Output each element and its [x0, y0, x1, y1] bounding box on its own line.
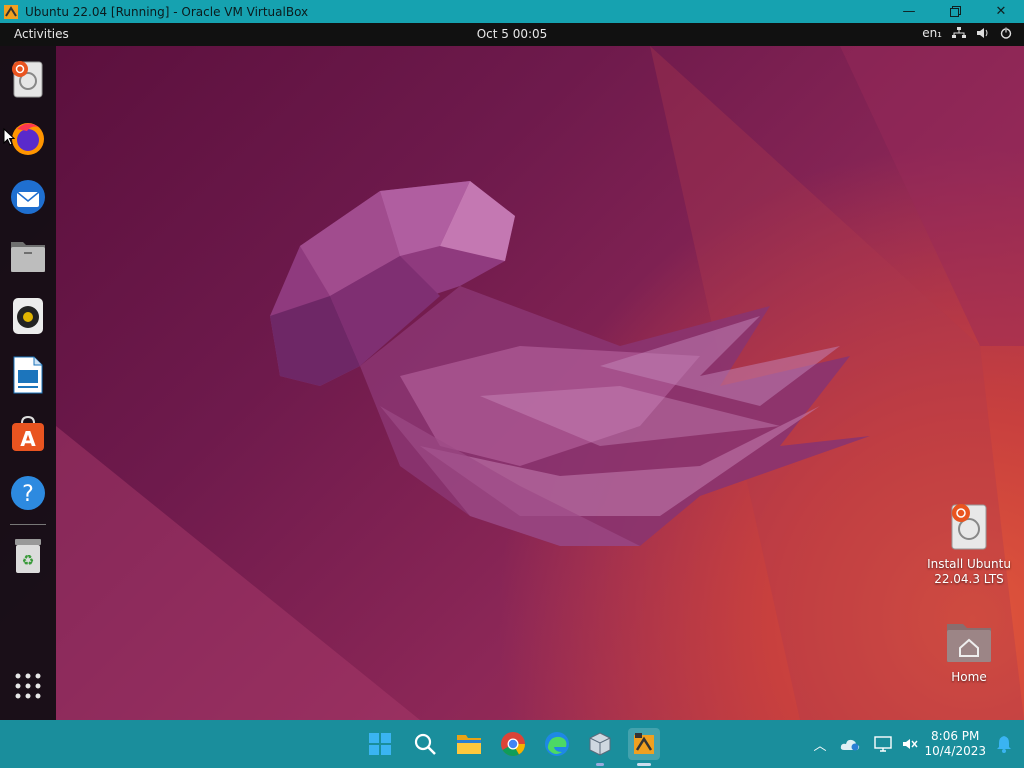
- speaker-icon: [13, 298, 43, 334]
- dock-item-rhythmbox[interactable]: [8, 296, 48, 336]
- ubuntu-top-bar: Activities Oct 5 00:05 en₁: [0, 23, 1024, 46]
- ubuntu-dock: A ? ♻: [0, 46, 56, 720]
- host-window-title: Ubuntu 22.04 [Running] - Oracle VM Virtu…: [25, 4, 309, 19]
- restore-button[interactable]: [932, 0, 978, 23]
- taskbar-virtualbox-vm[interactable]: [628, 728, 660, 766]
- svg-text:♻: ♻: [22, 553, 35, 569]
- svg-text:A: A: [20, 427, 36, 451]
- file-explorer-icon: [457, 735, 481, 754]
- installer-disk-icon: [951, 504, 987, 550]
- volume-icon: [977, 28, 988, 38]
- sound-muted-icon[interactable]: [902, 737, 919, 751]
- dock-item-install-ubuntu[interactable]: [8, 59, 48, 99]
- dock-item-thunderbird[interactable]: [8, 177, 48, 217]
- input-language[interactable]: en₁: [922, 26, 942, 40]
- document-icon: [13, 356, 43, 394]
- desktop-icon-label: Home: [951, 670, 987, 684]
- grid-icon: [15, 673, 41, 699]
- virtualbox-vm-icon: [634, 733, 654, 754]
- svg-text:?: ?: [22, 482, 34, 507]
- running-indicator: [596, 763, 604, 766]
- minimize-button[interactable]: —: [886, 0, 932, 23]
- taskbar-chrome[interactable]: [497, 728, 529, 760]
- installer-disk-icon: [12, 61, 43, 98]
- dock-separator: [10, 524, 46, 525]
- power-icon: [1000, 27, 1012, 39]
- taskbar-search-button[interactable]: [409, 728, 441, 760]
- minimize-icon: —: [902, 4, 916, 19]
- search-icon: [414, 733, 436, 755]
- chrome-icon: [501, 732, 525, 757]
- chevron-up-icon[interactable]: ︿: [813, 735, 826, 754]
- mouse-cursor-icon: [3, 128, 15, 146]
- show-applications-button[interactable]: [8, 666, 48, 706]
- virtualbox-app-icon: [4, 4, 18, 19]
- network-icon: [952, 27, 966, 38]
- home-folder-icon: [947, 624, 991, 662]
- desktop-icon-home[interactable]: Home: [924, 616, 1014, 685]
- system-tray: ︿ 8:06 PM 10/4/2023: [813, 720, 1024, 768]
- host-window-titlebar: Ubuntu 22.04 [Running] - Oracle VM Virtu…: [0, 0, 1024, 23]
- clock[interactable]: Oct 5 00:05: [0, 27, 1024, 41]
- display-icon[interactable]: [874, 736, 893, 752]
- help-icon: ?: [11, 476, 45, 510]
- active-indicator: [637, 763, 651, 766]
- dock-item-help[interactable]: ?: [8, 473, 48, 513]
- dock-item-files[interactable]: [8, 236, 48, 276]
- onedrive-icon[interactable]: [840, 737, 860, 751]
- taskbar-virtualbox[interactable]: [584, 728, 616, 766]
- restore-icon: [949, 6, 961, 17]
- software-bag-icon: A: [12, 415, 44, 451]
- trash-icon: ♻: [15, 539, 41, 573]
- taskbar-edge[interactable]: [541, 728, 573, 760]
- taskbar-time: 8:06 PM: [931, 729, 980, 743]
- folder-icon: [11, 242, 45, 272]
- taskbar-clock[interactable]: 8:06 PM 10/4/2023: [924, 729, 986, 759]
- dock-item-ubuntu-software[interactable]: A: [8, 414, 48, 454]
- clock-text: Oct 5 00:05: [476, 27, 548, 41]
- close-icon: ✕: [995, 4, 1007, 19]
- dock-item-trash[interactable]: ♻: [8, 536, 48, 576]
- host-taskbar: ︿ 8:06 PM 10/4/2023: [0, 720, 1024, 768]
- desktop[interactable]: Install Ubuntu 22.04.3 LTS Home: [0, 46, 1024, 720]
- virtualbox-icon: [589, 732, 611, 756]
- desktop-icon-label: Install Ubuntu 22.04.3 LTS: [927, 557, 1011, 586]
- windows-start-icon: [369, 733, 391, 755]
- taskbar-date: 10/4/2023: [924, 744, 986, 758]
- thunderbird-icon: [11, 180, 45, 214]
- edge-icon: [545, 732, 569, 756]
- close-button[interactable]: ✕: [978, 0, 1024, 23]
- desktop-icon-install-ubuntu[interactable]: Install Ubuntu 22.04.3 LTS: [924, 501, 1014, 587]
- start-button[interactable]: [364, 728, 396, 760]
- wallpaper-jellyfish: [56, 46, 1024, 720]
- taskbar-file-explorer[interactable]: [453, 728, 485, 760]
- bell-icon[interactable]: [996, 735, 1012, 753]
- system-status-area[interactable]: en₁: [922, 26, 1012, 40]
- dock-item-libreoffice-writer[interactable]: [8, 355, 48, 395]
